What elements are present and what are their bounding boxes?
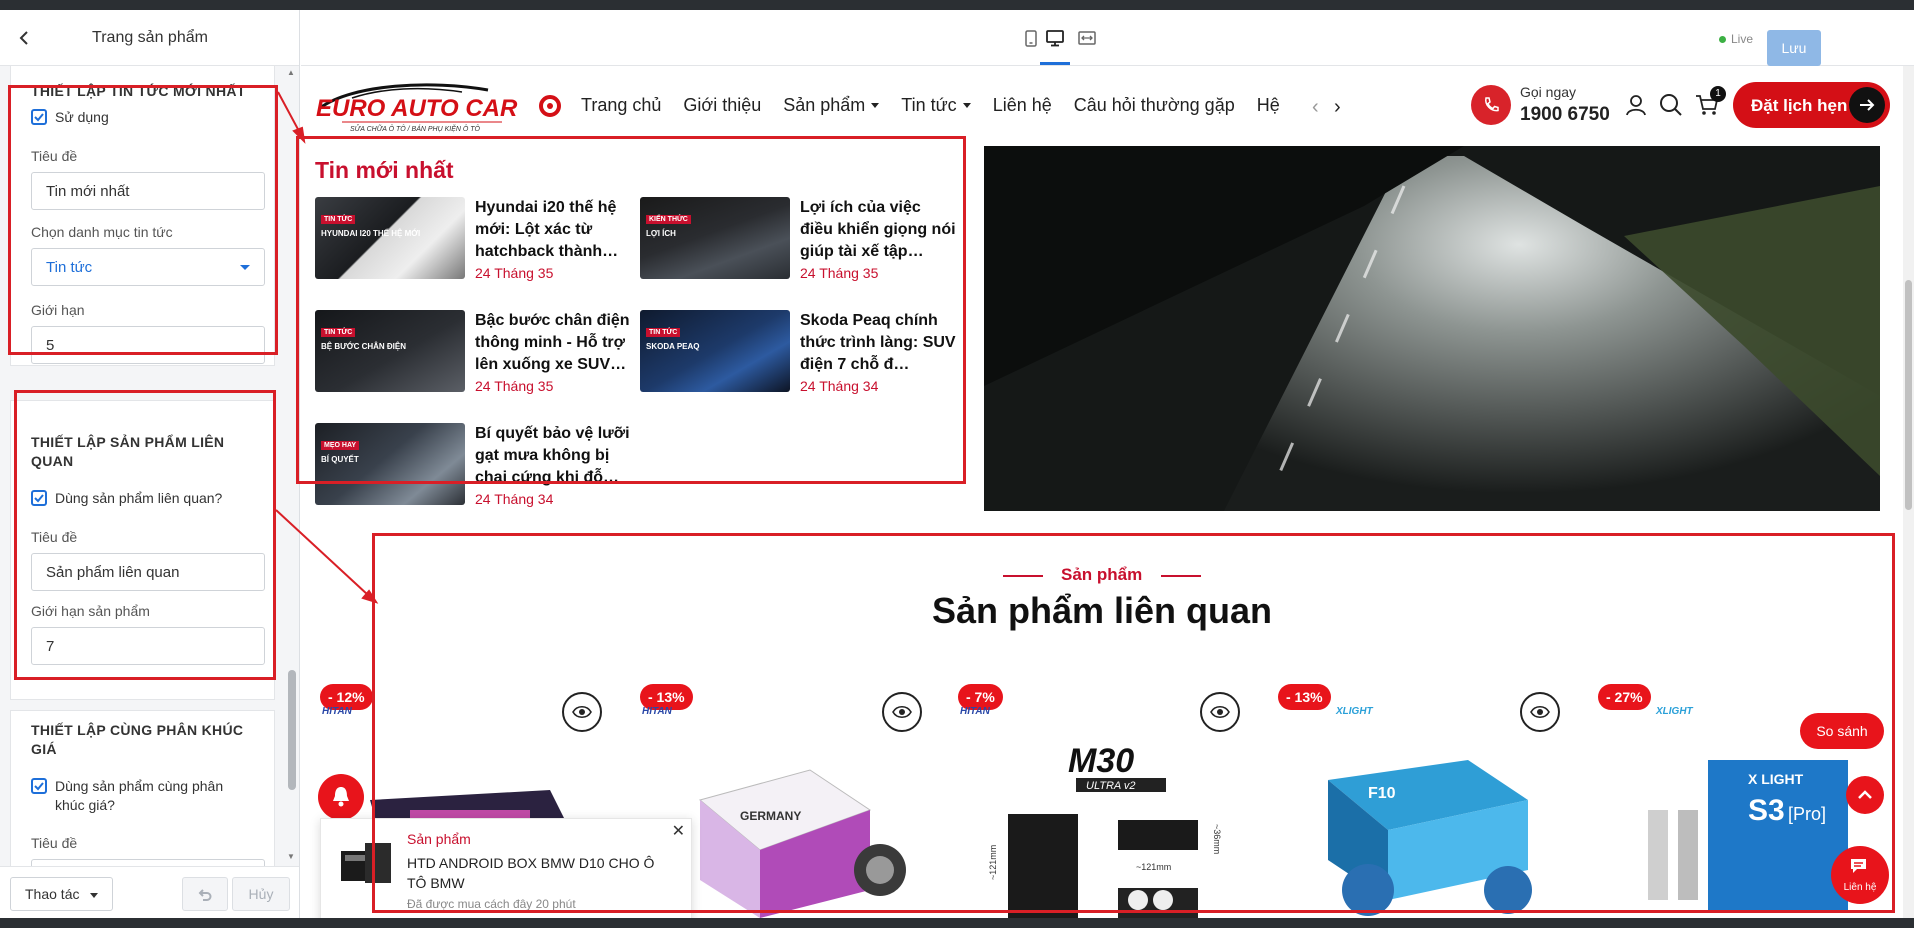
bottom-window-strip xyxy=(0,918,1914,928)
annotation-arrows xyxy=(275,91,379,604)
